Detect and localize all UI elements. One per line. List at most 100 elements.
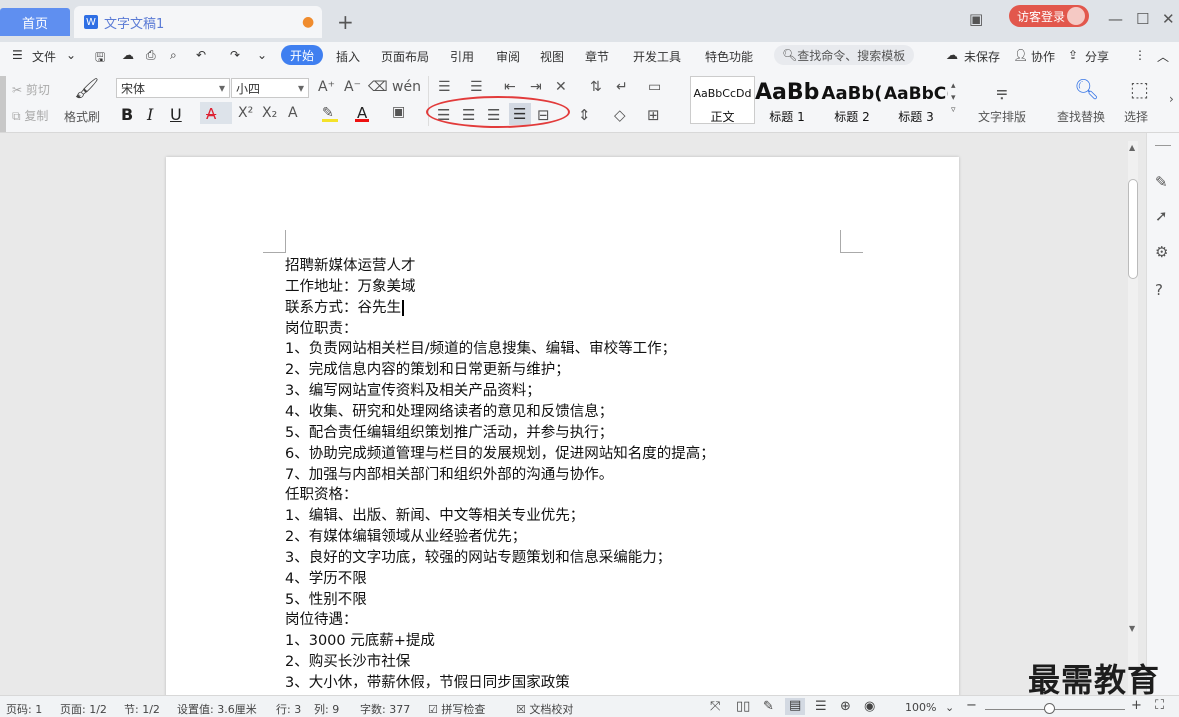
document-line[interactable]: 7、加强与内部相关部门和组织外部的沟通与协作。 — [285, 463, 613, 484]
document-line[interactable]: 2、购买长沙市社保 — [285, 650, 410, 671]
tab-view[interactable]: 视图 — [540, 48, 564, 65]
document-line[interactable]: 3、大小休，带薪休假，节假日同步国家政策 — [285, 671, 570, 692]
command-search[interactable]: 🔍︎ 查找命令、搜索模板 — [774, 45, 914, 65]
tab-home[interactable]: 首页 — [0, 8, 70, 36]
text-layout-button[interactable]: 文字排版 — [978, 108, 1026, 125]
eye-protect-icon[interactable]: ◉ — [864, 699, 875, 714]
document-line[interactable]: 1、编辑、出版、新闻、中文等相关专业优先； — [285, 504, 584, 525]
font-name-select[interactable]: 宋体 ▾ — [116, 78, 230, 98]
document-line[interactable]: 2、有媒体编辑领域从业经验者优先； — [285, 525, 526, 546]
pen-icon[interactable]: ✎ — [1155, 173, 1168, 191]
tab-start[interactable]: 开始 — [281, 45, 323, 65]
strikethrough-button[interactable]: A — [200, 102, 232, 124]
outline-view-icon[interactable]: ☰ — [815, 699, 827, 714]
italic-icon[interactable]: I — [147, 105, 153, 124]
web-view-icon[interactable]: ⊕ — [840, 699, 851, 714]
style-h1-preview[interactable]: AaBb — [755, 80, 819, 105]
vertical-scrollbar[interactable]: ▲ ▼ — [1128, 141, 1138, 695]
spell-check-button[interactable]: ☑ 拼写检查 — [428, 701, 485, 717]
numbered-list-icon[interactable]: ☰ — [470, 79, 483, 95]
collapse-ribbon-icon[interactable]: ︿ — [1157, 48, 1169, 65]
style-h3-preview[interactable]: AaBbC( — [884, 84, 948, 104]
find-replace-button[interactable]: 查找替换 — [1057, 108, 1105, 125]
unsaved-status[interactable]: 未保存 — [964, 48, 1000, 65]
avatar[interactable] — [1067, 7, 1085, 25]
document-line[interactable]: 3、良好的文字功底，较强的网站专题策划和信息采编能力； — [285, 546, 671, 567]
status-words[interactable]: 字数: 377 — [360, 701, 410, 717]
help-icon[interactable]: ? — [1155, 281, 1163, 299]
bullet-list-icon[interactable]: ☰ — [438, 79, 451, 95]
fullscreen-icon[interactable]: ⤧ — [710, 699, 720, 714]
hamburger-icon[interactable]: ☰ — [12, 48, 23, 62]
more-icon[interactable]: ⋮ — [1134, 48, 1146, 62]
text-effect-icon[interactable]: A — [288, 105, 298, 121]
document-line[interactable]: 5、配合责任编辑组织策划推广活动，并参与执行； — [285, 421, 613, 442]
subscript-icon[interactable]: X₂ — [262, 105, 277, 121]
cursor-icon[interactable]: ➚ — [1155, 207, 1168, 225]
shrink-font-icon[interactable]: A⁻ — [344, 79, 361, 95]
tab-layout-icon[interactable]: ▣ — [969, 10, 983, 28]
cloud-icon[interactable]: ☁ — [122, 48, 134, 62]
styles-scroll-icon[interactable]: ▴ ▾ ▿ — [951, 80, 956, 116]
chevron-down-icon[interactable]: ⌄ — [945, 701, 954, 714]
zoom-out-icon[interactable]: − — [966, 698, 977, 713]
document-line[interactable]: 5、性别不限 — [285, 588, 367, 609]
chinese-layout-icon[interactable]: ✕ — [555, 79, 567, 95]
phonetic-icon[interactable]: wén — [392, 79, 421, 95]
tab-developer[interactable]: 开发工具 — [633, 48, 681, 65]
status-row[interactable]: 行: 3 — [276, 701, 301, 717]
document-line[interactable]: 岗位待遇： — [285, 608, 358, 629]
superscript-icon[interactable]: X² — [238, 105, 253, 121]
zoom-slider-track[interactable] — [985, 709, 1125, 710]
edit-mode-icon[interactable]: ✎ — [763, 699, 774, 714]
print-preview-icon[interactable]: ⌕ — [170, 48, 177, 63]
undo-icon[interactable]: ↶ — [196, 48, 206, 62]
minimize-icon[interactable]: — — [1108, 10, 1123, 28]
format-painter-button[interactable]: 格式刷 — [64, 108, 100, 125]
document-line[interactable]: 招聘新媒体运营人才 — [285, 254, 416, 275]
document-line[interactable]: 3、编写网站宣传资料及相关产品资料； — [285, 379, 541, 400]
settings-sliders-icon[interactable]: ⚙ — [1155, 243, 1168, 261]
font-size-select[interactable]: 小四 ▾ — [231, 78, 309, 98]
char-border-icon[interactable]: ▣ — [392, 104, 405, 120]
share-button[interactable]: 分享 — [1085, 48, 1109, 65]
document-line[interactable]: 工作地址：万象美域 — [285, 275, 416, 296]
maximize-icon[interactable]: ☐ — [1136, 10, 1149, 28]
scrollbar-thumb[interactable] — [1128, 179, 1138, 279]
document-line[interactable]: 1、3000 元底薪+提成 — [285, 629, 435, 650]
tab-document[interactable]: W 文字文稿1 — [74, 6, 322, 38]
document-line[interactable]: 联系方式：谷先生 — [285, 296, 404, 317]
status-page-code[interactable]: 页码: 1 — [6, 701, 42, 717]
clear-format-icon[interactable]: ⌫ — [368, 79, 388, 95]
tab-special[interactable]: 特色功能 — [705, 48, 753, 65]
increase-indent-icon[interactable]: ⇥ — [530, 79, 542, 95]
tab-insert[interactable]: 插入 — [336, 48, 360, 65]
select-button[interactable]: 选择 — [1124, 108, 1148, 125]
underline-icon[interactable]: U — [170, 105, 182, 124]
page-view-button[interactable]: ▤ — [785, 698, 805, 715]
status-setting[interactable]: 设置值: 3.6厘米 — [177, 701, 257, 717]
decrease-indent-icon[interactable]: ⇤ — [504, 79, 516, 95]
collab-button[interactable]: 协作 — [1031, 48, 1055, 65]
tab-stop-icon[interactable]: ▭ — [648, 79, 661, 95]
tab-page-layout[interactable]: 页面布局 — [381, 48, 429, 65]
redo-icon[interactable]: ↷ — [230, 48, 240, 62]
zoom-level[interactable]: 100% — [905, 701, 936, 714]
copy-button[interactable]: ⧉ 复制 — [12, 107, 48, 124]
status-section[interactable]: 节: 1/2 — [124, 701, 160, 717]
close-icon[interactable]: ✕ — [1162, 10, 1175, 28]
cut-button[interactable]: ✂ 剪切 — [12, 81, 50, 98]
document-line[interactable]: 任职资格： — [285, 483, 358, 504]
status-pages[interactable]: 页面: 1/2 — [60, 701, 107, 717]
ribbon-scroll-left[interactable] — [0, 76, 6, 132]
read-mode-icon[interactable]: ▯▯ — [736, 699, 750, 714]
sort-icon[interactable]: ⇅ — [590, 79, 602, 95]
quick-access-more-icon[interactable]: ⌄ — [257, 48, 267, 62]
bold-icon[interactable]: B — [121, 105, 133, 124]
zoom-slider-handle[interactable] — [1044, 703, 1055, 714]
borders-icon[interactable]: ⊞ — [647, 106, 660, 124]
document-line[interactable]: 4、收集、研究和处理网络读者的意见和反馈信息； — [285, 400, 613, 421]
tab-review[interactable]: 审阅 — [496, 48, 520, 65]
status-col[interactable]: 列: 9 — [314, 701, 339, 717]
show-marks-icon[interactable]: ↵ — [616, 79, 628, 95]
